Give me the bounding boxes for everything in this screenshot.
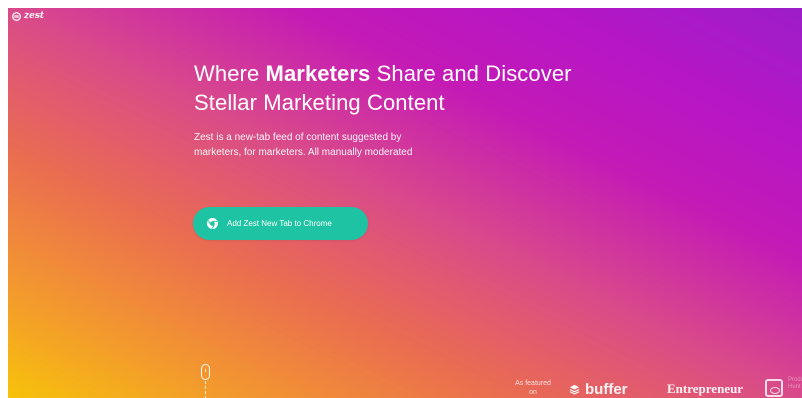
buffer-stack-icon [569, 384, 580, 395]
buffer-logo[interactable]: buffer [569, 381, 628, 398]
headline-prefix: Where [194, 61, 266, 86]
headline-highlight: Marketers [265, 61, 371, 86]
scroll-mouse-icon[interactable] [201, 364, 210, 380]
chrome-icon [206, 217, 219, 230]
buffer-logo-text: buffer [585, 381, 628, 398]
headline-line-2: Stellar Marketing Content [194, 90, 445, 115]
description-line-2: marketers, for marketers. All manually m… [194, 147, 413, 158]
scroll-indicator-line [205, 381, 207, 398]
headline-suffix: Share and Discover [370, 61, 572, 86]
add-to-chrome-button[interactable]: Add Zest New Tab to Chrome [193, 207, 368, 240]
zest-logo[interactable]: zest [12, 12, 44, 21]
entrepreneur-logo[interactable]: Entrepreneur [667, 381, 743, 397]
hero-description: Zest is a new-tab feed of content sugges… [194, 130, 464, 160]
zest-logo-text: zest [24, 11, 45, 21]
product-hunt-caption: Product Hunt [788, 377, 802, 390]
headline-line-1: Where Marketers Share and Discover [194, 59, 674, 88]
product-hunt-icon[interactable] [765, 379, 783, 397]
page-headline: Where Marketers Share and Discover Stell… [194, 59, 674, 117]
add-to-chrome-label: Add Zest New Tab to Chrome [227, 219, 332, 228]
description-line-1: Zest is a new-tab feed of content sugges… [194, 132, 402, 143]
zest-logo-icon [12, 12, 21, 21]
featured-label: As featured on [515, 380, 551, 396]
hero-section: zest Where Marketers Share and Discover … [8, 8, 802, 398]
